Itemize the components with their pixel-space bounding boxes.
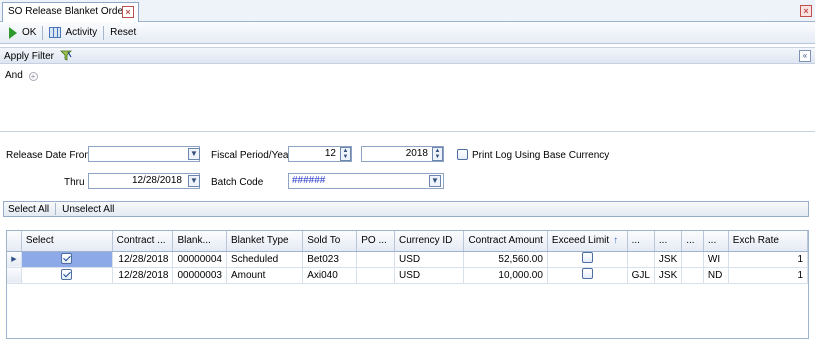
ok-label: OK bbox=[22, 27, 37, 38]
cell-extra-3[interactable] bbox=[681, 267, 704, 284]
fiscal-period-spinner-icon[interactable]: ▲ ▼ bbox=[340, 147, 351, 161]
blanket-orders-grid: Select Contract ... Blank... Blanket Typ… bbox=[6, 230, 809, 339]
cell-blanket-no[interactable]: 00000003 bbox=[172, 267, 227, 284]
cell-contract-amount[interactable]: 52,560.00 bbox=[463, 251, 548, 268]
column-header-extra-2[interactable]: ... bbox=[654, 231, 683, 252]
print-log-label: Print Log Using Base Currency bbox=[472, 150, 610, 161]
cell-blanket-no[interactable]: 00000004 bbox=[172, 251, 227, 268]
print-log-checkbox[interactable] bbox=[457, 149, 468, 160]
column-header-currency-id[interactable]: Currency ID bbox=[394, 231, 465, 252]
selection-toolbar: Select All Unselect All bbox=[3, 201, 809, 217]
cell-exceed-limit-checkbox[interactable] bbox=[547, 267, 628, 284]
cell-extra-3[interactable] bbox=[681, 251, 704, 268]
column-header-select[interactable]: Select bbox=[21, 231, 113, 252]
filter-icon bbox=[59, 50, 72, 61]
apply-filter-bar[interactable]: Apply Filter « bbox=[0, 47, 815, 64]
column-header-blanket-type[interactable]: Blanket Type bbox=[226, 231, 304, 252]
batch-code-dropdown-icon[interactable]: ▼ bbox=[429, 175, 441, 187]
cell-extra-2[interactable]: JSK bbox=[654, 267, 683, 284]
column-header-exch-rate[interactable]: Exch Rate bbox=[728, 231, 809, 252]
checkbox-unchecked-icon bbox=[581, 268, 593, 279]
thru-date-dropdown-icon[interactable]: ▼ bbox=[188, 175, 200, 187]
batch-code-label: Batch Code bbox=[211, 177, 264, 188]
fiscal-period-year-label: Fiscal Period/Year bbox=[211, 150, 292, 161]
cell-currency[interactable]: USD bbox=[394, 251, 465, 268]
column-header-exceed-limit[interactable]: Exceed Limit ↑ bbox=[547, 231, 628, 252]
tab-close-icon[interactable]: × bbox=[122, 6, 134, 18]
row-select-checkbox[interactable] bbox=[21, 267, 113, 284]
filter-and-label[interactable]: And bbox=[5, 70, 23, 81]
collapse-chevron-icon[interactable]: « bbox=[799, 50, 811, 62]
cell-extra-2[interactable]: JSK bbox=[654, 251, 683, 268]
apply-filter-label: Apply Filter bbox=[4, 51, 55, 62]
toolbar-separator bbox=[103, 25, 105, 40]
cell-extra-1[interactable] bbox=[627, 251, 655, 268]
unselect-all-button[interactable]: Unselect All bbox=[62, 204, 114, 215]
cell-po[interactable] bbox=[356, 251, 395, 268]
release-date-from-label: Release Date From bbox=[6, 150, 93, 161]
toolbar-separator bbox=[42, 25, 44, 40]
column-header-contract-amount[interactable]: Contract Amount bbox=[463, 231, 548, 252]
calendar-grid-icon bbox=[49, 27, 62, 38]
row-selector[interactable] bbox=[7, 267, 22, 284]
table-row[interactable]: ▶ 12/28/2018 00000004 Scheduled Bet023 U… bbox=[7, 251, 809, 268]
sort-ascending-icon: ↑ bbox=[613, 235, 619, 247]
play-icon bbox=[9, 26, 17, 39]
column-header-extra-4[interactable]: ... bbox=[703, 231, 729, 252]
column-header-contract-date[interactable]: Contract ... bbox=[112, 231, 174, 252]
toolbar-separator bbox=[55, 203, 57, 215]
activity-label: Activity bbox=[65, 27, 98, 38]
window-close-icon[interactable]: × bbox=[800, 5, 812, 17]
checkbox-checked-icon bbox=[61, 269, 73, 281]
cell-po[interactable] bbox=[356, 267, 395, 284]
cell-exch-rate[interactable]: 1 bbox=[728, 251, 809, 268]
release-date-from-dropdown-icon[interactable]: ▼ bbox=[188, 148, 200, 160]
cell-contract-date[interactable]: 12/28/2018 bbox=[112, 251, 174, 268]
release-date-from-field[interactable] bbox=[88, 146, 200, 162]
table-row[interactable]: 12/28/2018 00000003 Amount Axi040 USD 10… bbox=[7, 267, 809, 284]
reset-label: Reset bbox=[110, 27, 137, 38]
cell-extra-1[interactable]: GJL bbox=[627, 267, 655, 284]
cell-extra-4[interactable]: ND bbox=[703, 267, 729, 284]
activity-button[interactable]: Activity bbox=[44, 24, 102, 42]
add-condition-icon[interactable]: + bbox=[28, 72, 38, 81]
row-selector-icon[interactable]: ▶ bbox=[7, 251, 22, 268]
cell-contract-date[interactable]: 12/28/2018 bbox=[112, 267, 174, 284]
thru-label: Thru bbox=[64, 177, 85, 188]
toolbar: OK Activity Reset bbox=[0, 22, 815, 44]
thru-date-field[interactable]: 12/28/2018 bbox=[88, 173, 200, 189]
cell-contract-amount[interactable]: 10,000.00 bbox=[463, 267, 548, 284]
tab-title: SO Release Blanket Orders bbox=[8, 6, 132, 17]
cell-sold-to[interactable]: Bet023 bbox=[302, 251, 358, 268]
select-all-button[interactable]: Select All bbox=[8, 204, 49, 215]
filter-area: And + bbox=[0, 64, 815, 132]
row-header-corner bbox=[7, 231, 22, 252]
ok-button[interactable]: OK bbox=[4, 24, 41, 42]
batch-code-field[interactable]: ###### bbox=[288, 173, 444, 189]
row-select-checkbox[interactable] bbox=[21, 251, 113, 268]
cell-sold-to[interactable]: Axi040 bbox=[302, 267, 358, 284]
cell-exch-rate[interactable]: 1 bbox=[728, 267, 809, 284]
checkbox-unchecked-icon bbox=[581, 252, 593, 263]
checkbox-checked-icon bbox=[61, 253, 73, 265]
tab-strip: SO Release Blanket Orders × × bbox=[0, 0, 815, 22]
cell-blanket-type[interactable]: Scheduled bbox=[226, 251, 304, 268]
column-header-po[interactable]: PO ... bbox=[356, 231, 395, 252]
tab-so-release-blanket-orders[interactable]: SO Release Blanket Orders × bbox=[2, 2, 139, 22]
cell-extra-4[interactable]: WI bbox=[703, 251, 729, 268]
cell-currency[interactable]: USD bbox=[394, 267, 465, 284]
fiscal-year-spinner-icon[interactable]: ▲ ▼ bbox=[432, 147, 443, 161]
cell-exceed-limit-checkbox[interactable] bbox=[547, 251, 628, 268]
column-header-extra-3[interactable]: ... bbox=[681, 231, 704, 252]
column-header-extra-1[interactable]: ... bbox=[627, 231, 655, 252]
reset-button[interactable]: Reset bbox=[105, 24, 141, 42]
cell-blanket-type[interactable]: Amount bbox=[226, 267, 304, 284]
column-header-sold-to[interactable]: Sold To bbox=[302, 231, 358, 252]
grid-header-row: Select Contract ... Blank... Blanket Typ… bbox=[7, 231, 809, 252]
column-header-blanket-no[interactable]: Blank... bbox=[172, 231, 227, 252]
